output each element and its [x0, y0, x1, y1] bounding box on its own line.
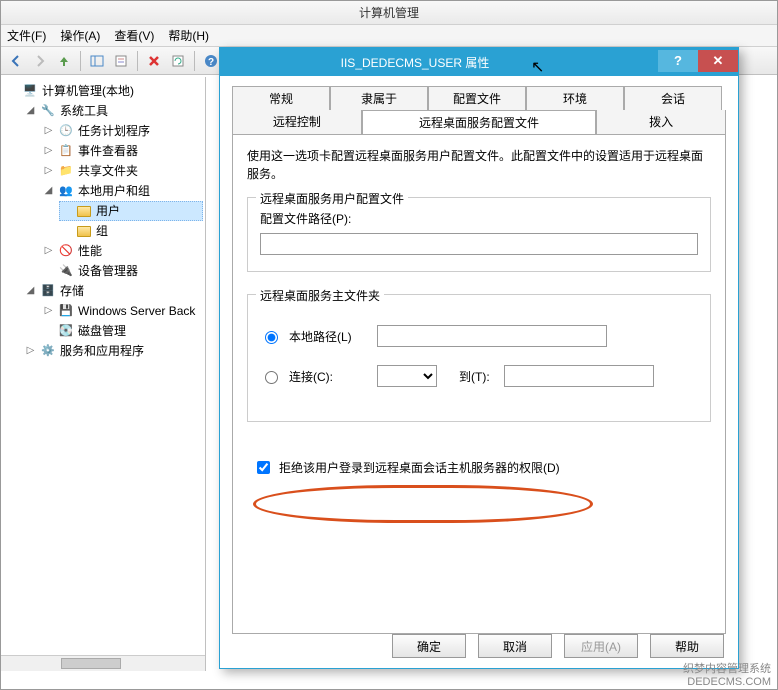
tab-profile[interactable]: 配置文件	[428, 86, 526, 110]
ok-button[interactable]: 确定	[392, 634, 466, 658]
up-button[interactable]	[53, 50, 75, 72]
disk-icon: 💽	[58, 323, 74, 339]
local-path-input[interactable]	[377, 325, 607, 347]
svg-text:?: ?	[208, 57, 214, 68]
tree-task-scheduler[interactable]: ▷🕒任务计划程序	[41, 121, 203, 141]
tree-shared-folders[interactable]: ▷📁共享文件夹	[41, 161, 203, 181]
tree-services-apps[interactable]: ▷⚙️服务和应用程序	[23, 341, 203, 361]
folder-icon	[76, 223, 92, 239]
tab-panel: 使用这一选项卡配置远程桌面服务用户配置文件。此配置文件中的设置适用于远程桌面服务…	[232, 134, 726, 634]
group-rds-profile-legend: 远程桌面服务用户配置文件	[256, 190, 408, 207]
intro-text: 使用这一选项卡配置远程桌面服务用户配置文件。此配置文件中的设置适用于远程桌面服务…	[247, 147, 711, 183]
profile-path-label: 配置文件路径(P):	[260, 210, 698, 227]
group-rds-profile: 远程桌面服务用户配置文件 配置文件路径(P):	[247, 197, 711, 272]
menu-help[interactable]: 帮助(H)	[168, 27, 209, 44]
event-icon: 📋	[58, 143, 74, 159]
tab-general[interactable]: 常规	[232, 86, 330, 110]
properties-button[interactable]	[110, 50, 132, 72]
deny-login-label: 拒绝该用户登录到远程桌面会话主机服务器的权限(D)	[279, 459, 560, 476]
dialog-close-button[interactable]: ✕	[698, 50, 738, 72]
tab-remote-control[interactable]: 远程控制	[232, 110, 362, 134]
menu-bar: 文件(F) 操作(A) 查看(V) 帮助(H)	[1, 25, 777, 47]
tree-local-users-groups[interactable]: ◢👥本地用户和组	[41, 181, 203, 201]
watermark: 织梦内容管理系统 DEDECMS.COM	[683, 663, 771, 689]
backup-icon: 💾	[58, 303, 74, 319]
radio-local-path-label: 本地路径(L)	[289, 328, 369, 345]
dialog-title: IIS_DEDECMS_USER 属性	[232, 54, 658, 71]
perf-icon: 🚫	[58, 243, 74, 259]
cancel-button[interactable]: 取消	[478, 634, 552, 658]
window-title: 计算机管理	[1, 1, 777, 25]
tree-event-viewer[interactable]: ▷📋事件查看器	[41, 141, 203, 161]
tree-users[interactable]: 用户	[59, 201, 203, 221]
profile-path-input[interactable]	[260, 233, 698, 255]
tree-pane: 🖥️计算机管理(本地) ◢🔧系统工具 ▷🕒任务计划程序 ▷📋事件查看器 ▷📁共享…	[1, 77, 206, 671]
back-button[interactable]	[5, 50, 27, 72]
storage-icon: 🗄️	[40, 283, 56, 299]
refresh-button[interactable]	[167, 50, 189, 72]
tree-groups[interactable]: 组	[59, 221, 203, 241]
menu-action[interactable]: 操作(A)	[60, 27, 100, 44]
highlight-ellipse	[253, 485, 593, 523]
tree-disk-mgmt[interactable]: 💽磁盘管理	[41, 321, 203, 341]
horizontal-scrollbar[interactable]	[1, 655, 205, 671]
group-rds-home-legend: 远程桌面服务主文件夹	[256, 287, 384, 304]
tab-sessions[interactable]: 会话	[624, 86, 722, 110]
tree-root[interactable]: 🖥️计算机管理(本地)	[5, 81, 203, 101]
tree-system-tools[interactable]: ◢🔧系统工具	[23, 101, 203, 121]
tree-storage[interactable]: ◢🗄️存储	[23, 281, 203, 301]
dialog-help-button[interactable]: ?	[658, 50, 698, 72]
radio-connect[interactable]	[265, 371, 278, 384]
connect-to-input[interactable]	[504, 365, 654, 387]
tree-device-manager[interactable]: 🔌设备管理器	[41, 261, 203, 281]
tab-memberof[interactable]: 隶属于	[330, 86, 428, 110]
deny-login-checkbox[interactable]	[257, 461, 270, 474]
clock-icon: 🕒	[58, 123, 74, 139]
to-label: 到(T):	[459, 368, 490, 385]
services-icon: ⚙️	[40, 343, 56, 359]
tree-wsb[interactable]: ▷💾Windows Server Back	[41, 301, 203, 321]
properties-dialog: IIS_DEDECMS_USER 属性 ? ✕ 常规 隶属于 配置文件 环境 会…	[219, 47, 739, 669]
device-icon: 🔌	[58, 263, 74, 279]
radio-local-path[interactable]	[265, 331, 278, 344]
tab-environment[interactable]: 环境	[526, 86, 624, 110]
apply-button[interactable]: 应用(A)	[564, 634, 638, 658]
tab-dialin[interactable]: 拨入	[596, 110, 726, 134]
tools-icon: 🔧	[40, 103, 56, 119]
share-icon: 📁	[58, 163, 74, 179]
computer-icon: 🖥️	[22, 83, 38, 99]
radio-connect-label: 连接(C):	[289, 368, 369, 385]
connect-drive-select[interactable]	[377, 365, 437, 387]
forward-button[interactable]	[29, 50, 51, 72]
users-icon: 👥	[58, 183, 74, 199]
show-hide-tree-button[interactable]	[86, 50, 108, 72]
tree-performance[interactable]: ▷🚫性能	[41, 241, 203, 261]
help-button-bottom[interactable]: 帮助	[650, 634, 724, 658]
group-rds-home: 远程桌面服务主文件夹 本地路径(L) 连接(C): 到(T):	[247, 294, 711, 422]
tab-rds-profile[interactable]: 远程桌面服务配置文件	[362, 110, 597, 134]
delete-button[interactable]	[143, 50, 165, 72]
menu-view[interactable]: 查看(V)	[114, 27, 154, 44]
menu-file[interactable]: 文件(F)	[7, 27, 46, 44]
folder-icon	[76, 203, 92, 219]
